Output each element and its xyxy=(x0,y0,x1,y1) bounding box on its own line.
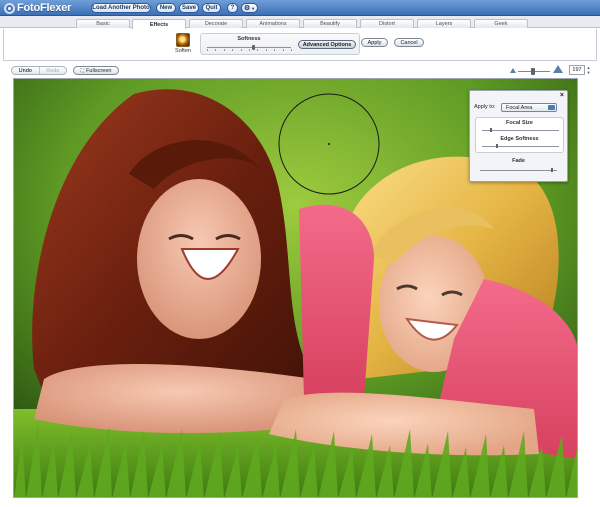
advanced-options-button[interactable]: Advanced Options xyxy=(298,40,356,49)
slider-tick xyxy=(232,49,234,51)
fullscreen-button[interactable]: ⛶ Fullscreen xyxy=(73,66,119,75)
edge-softness-handle[interactable] xyxy=(496,144,499,148)
edge-softness-slider[interactable] xyxy=(482,146,559,147)
slider-tick xyxy=(215,49,217,51)
new-button[interactable]: New xyxy=(156,3,176,13)
soften-label: Soften xyxy=(175,48,191,54)
apply-to-value: Focal Area xyxy=(506,104,533,111)
select-arrow-icon xyxy=(548,105,555,110)
zoom-out-icon[interactable] xyxy=(510,68,516,73)
app-header: FotoFlexer Load Another Photo New Save Q… xyxy=(0,0,600,16)
zoom-stepper[interactable]: ▲ ▼ xyxy=(586,65,591,75)
softness-label: Softness xyxy=(237,36,261,42)
tab-geek[interactable]: Geek xyxy=(474,19,528,28)
softness-slider-box: Softness Advanced Options xyxy=(200,33,360,55)
slider-tick xyxy=(207,49,208,51)
app-logo: FotoFlexer xyxy=(4,1,71,15)
tab-distort[interactable]: Distort xyxy=(360,19,414,28)
cancel-button[interactable]: Cancel xyxy=(394,38,424,47)
slider-tick xyxy=(282,49,284,51)
apply-to-label: Apply to: xyxy=(474,104,496,110)
zoom-percent-field[interactable]: 197 xyxy=(569,65,585,75)
category-tabs: Basic Effects Decorate Animations Beauti… xyxy=(0,16,600,29)
apply-button[interactable]: Apply xyxy=(361,38,388,47)
fotoflexer-logo-icon xyxy=(4,2,15,14)
soften-icon[interactable] xyxy=(176,33,190,47)
fade-label: Fade xyxy=(512,158,525,164)
apply-to-select[interactable]: Focal Area xyxy=(501,103,557,112)
chevron-down-icon: ▼ xyxy=(251,5,256,11)
focal-size-label: Focal Size xyxy=(506,120,533,126)
save-button[interactable]: Save xyxy=(179,3,199,13)
focal-size-slider[interactable] xyxy=(482,130,559,131)
slider-tick xyxy=(249,49,250,51)
undo-button[interactable]: Undo xyxy=(12,67,39,74)
slider-tick xyxy=(274,49,276,51)
gear-icon: ⚙ xyxy=(243,5,251,12)
slider-tick xyxy=(291,49,292,51)
help-button[interactable]: ? xyxy=(227,3,238,13)
softness-slider-handle[interactable] xyxy=(252,45,256,50)
canvas-toolbar: Undo Redo ⛶ Fullscreen 197 ▲ ▼ xyxy=(0,63,600,77)
effect-options-panel: Soften Softness Advanced Options Apply C… xyxy=(3,29,597,61)
slider-tick xyxy=(257,49,259,51)
advanced-options-panel: × Apply to: Focal Area Focal Size Edge S… xyxy=(469,90,568,182)
zoom-slider-handle[interactable] xyxy=(531,68,536,75)
focal-size-handle[interactable] xyxy=(490,128,493,132)
fade-handle[interactable] xyxy=(551,168,554,172)
edge-softness-label: Edge Softness xyxy=(500,136,539,142)
tab-basic[interactable]: Basic xyxy=(76,19,130,28)
settings-menu-button[interactable]: ⚙ ▼ xyxy=(241,3,258,13)
quit-button[interactable]: Quit xyxy=(202,3,221,13)
fullscreen-label: Fullscreen xyxy=(86,67,112,74)
tab-animations[interactable]: Animations xyxy=(246,19,300,28)
focal-center-point[interactable] xyxy=(328,143,330,145)
tab-beautify[interactable]: Beautify xyxy=(303,19,357,28)
fullscreen-icon: ⛶ xyxy=(80,67,85,74)
zoom-in-icon[interactable] xyxy=(553,65,563,73)
slider-tick xyxy=(223,49,225,51)
tab-layers[interactable]: Layers xyxy=(417,19,471,28)
redo-button[interactable]: Redo xyxy=(38,67,67,74)
slider-tick xyxy=(265,49,267,51)
tab-decorate[interactable]: Decorate xyxy=(189,19,243,28)
slider-tick xyxy=(240,49,242,51)
focal-settings-box: Focal Size Edge Softness xyxy=(475,117,564,153)
app-name: FotoFlexer xyxy=(17,2,72,14)
fade-slider[interactable] xyxy=(480,170,557,171)
undo-redo-group: Undo Redo xyxy=(11,66,67,75)
softness-slider-track[interactable] xyxy=(207,47,291,48)
load-another-photo-button[interactable]: Load Another Photo xyxy=(91,3,151,13)
tab-effects[interactable]: Effects xyxy=(132,19,186,29)
close-icon[interactable]: × xyxy=(560,92,564,99)
